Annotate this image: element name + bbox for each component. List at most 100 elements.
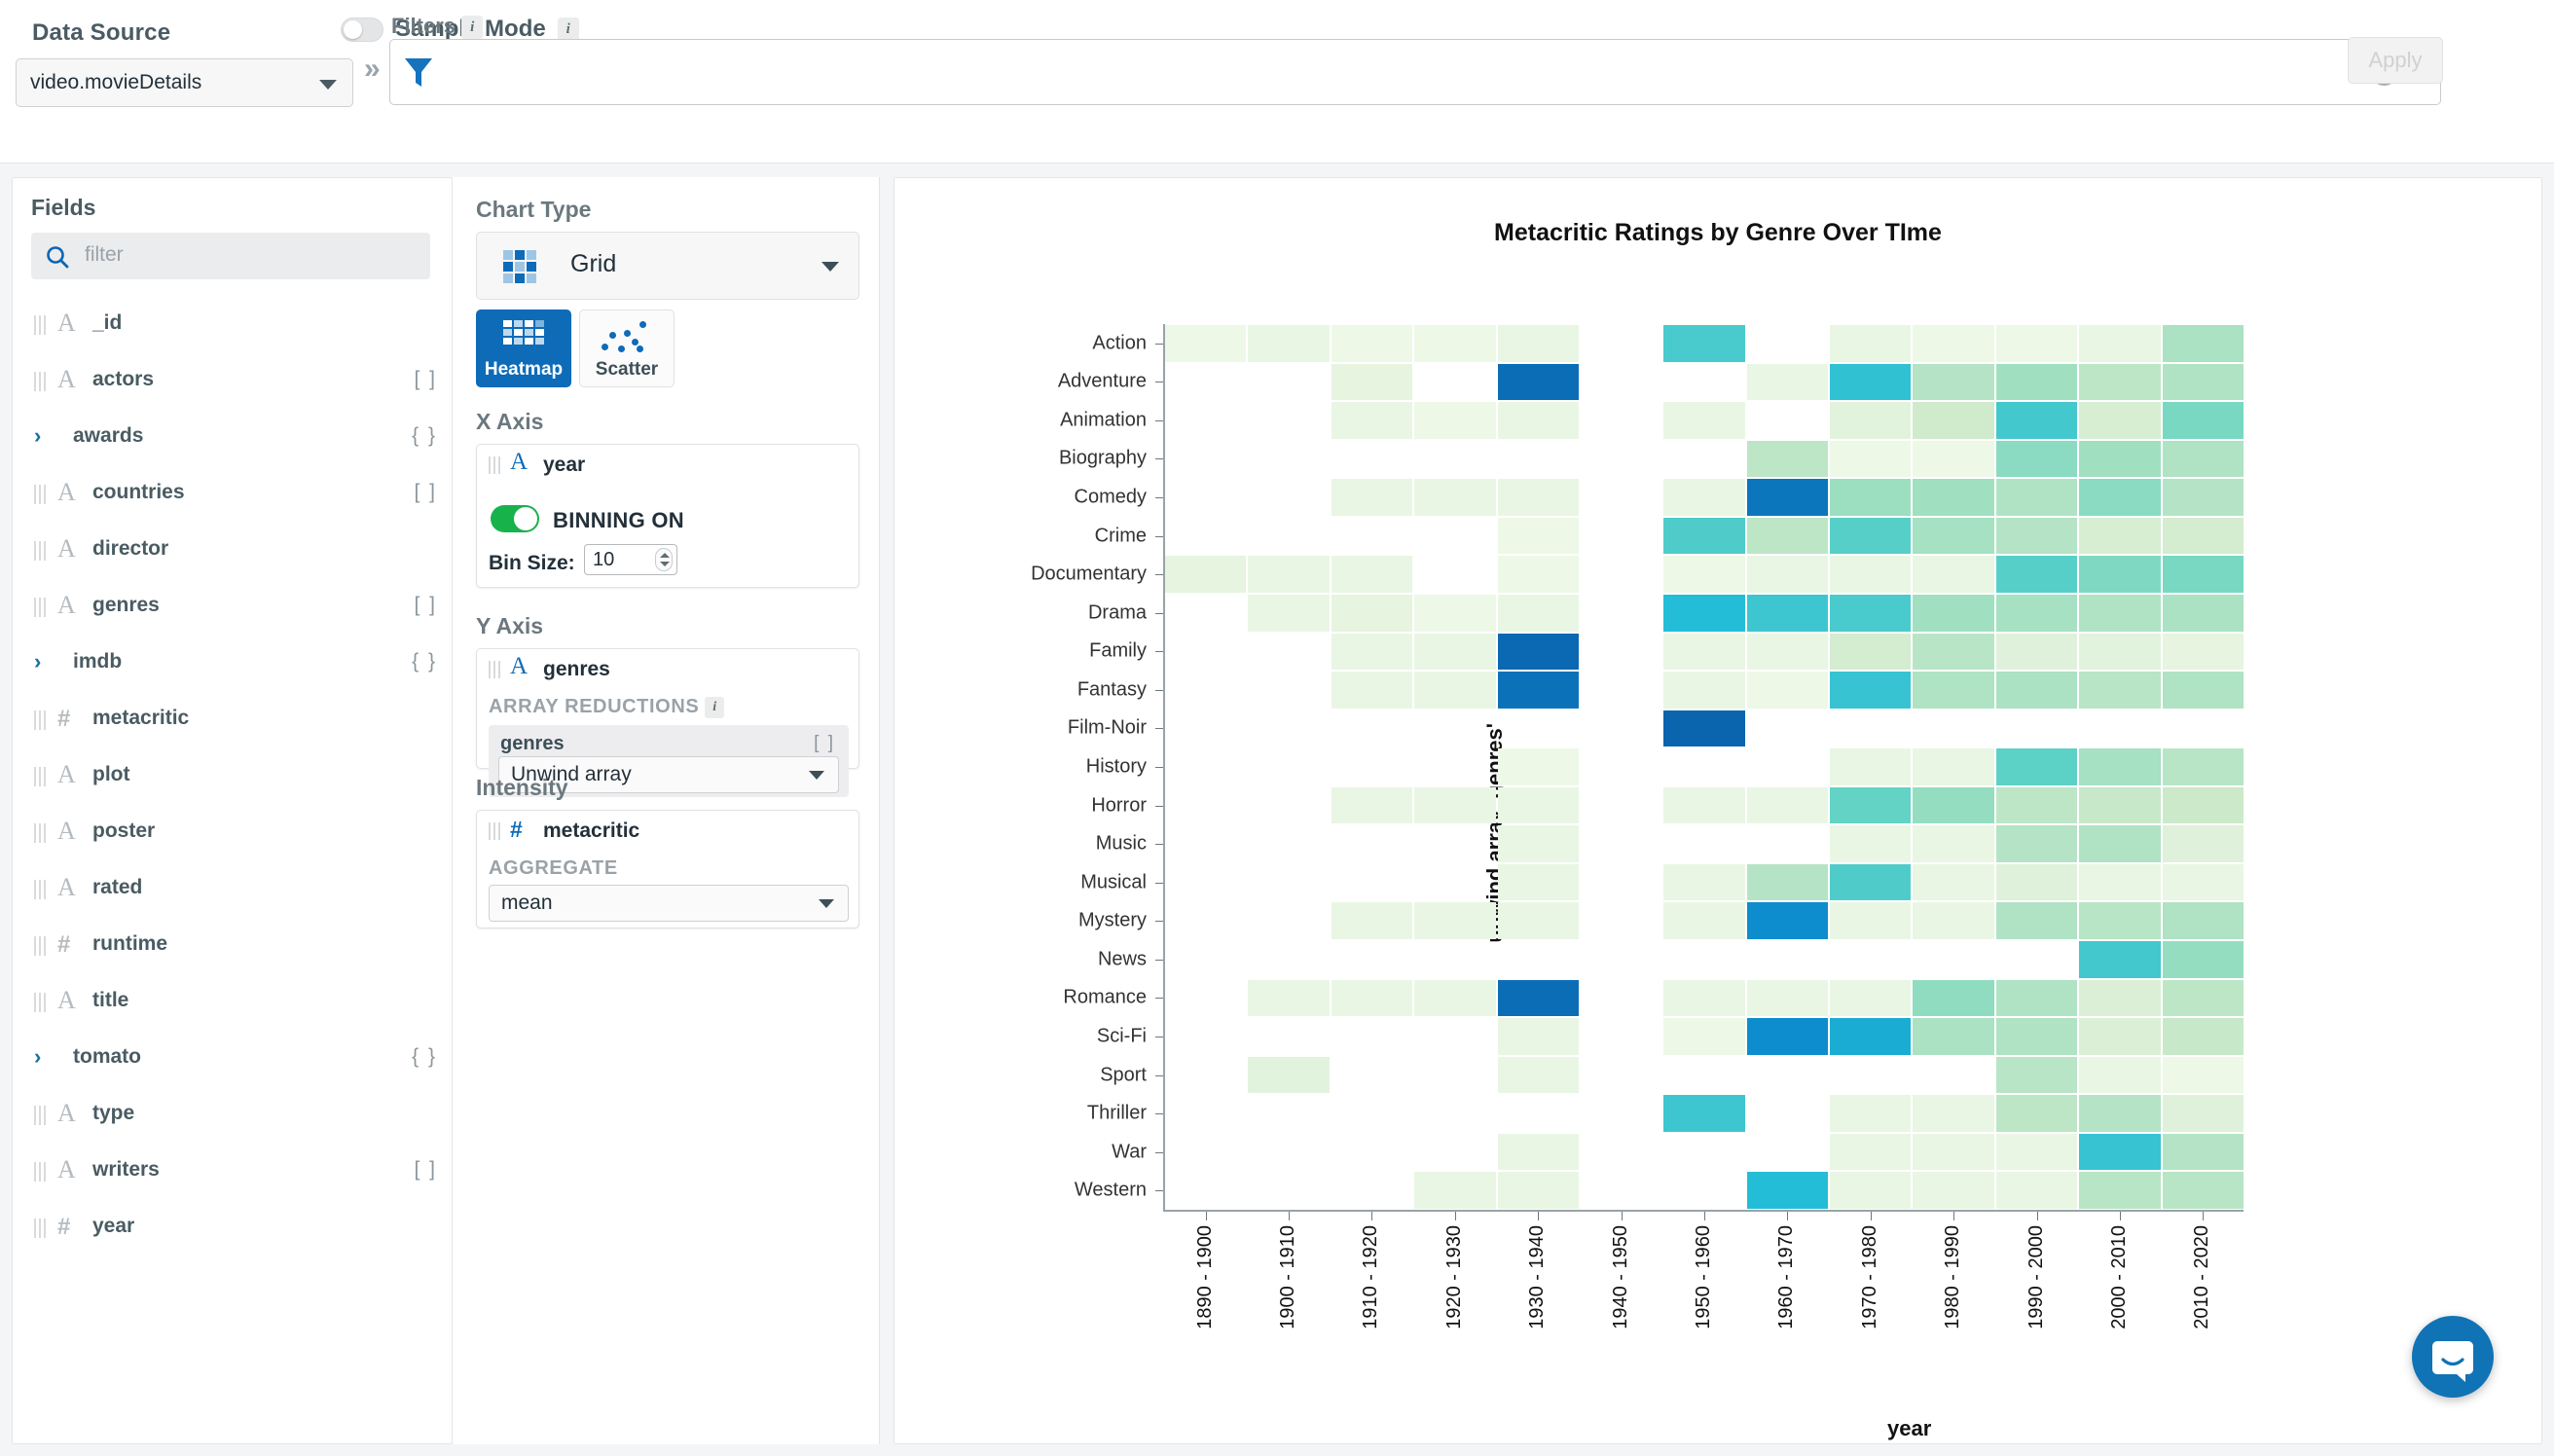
- heatmap-cell[interactable]: [2162, 941, 2244, 978]
- heatmap-cell[interactable]: [1414, 633, 1496, 671]
- heatmap-cell[interactable]: [1830, 902, 1912, 940]
- heatmap-cell[interactable]: [1995, 1133, 2078, 1171]
- heatmap-cell[interactable]: [1332, 441, 1412, 478]
- drag-handle-icon[interactable]: [34, 710, 50, 730]
- heatmap-cell[interactable]: [1165, 825, 1246, 862]
- heatmap-cell[interactable]: [1913, 479, 1994, 516]
- collapse-chevron-icon[interactable]: »: [364, 53, 381, 86]
- heatmap-cell[interactable]: [1497, 786, 1579, 824]
- heatmap-cell[interactable]: [2079, 1056, 2161, 1094]
- heatmap-cell[interactable]: [1913, 710, 1993, 747]
- heatmap-cell[interactable]: [1746, 556, 1829, 593]
- heatmap-cell[interactable]: [1497, 479, 1579, 516]
- heatmap-cell[interactable]: [1581, 518, 1661, 555]
- heatmap-cell[interactable]: [1332, 1057, 1412, 1094]
- heatmap-cell[interactable]: [1497, 633, 1579, 671]
- drag-handle-icon[interactable]: [34, 823, 50, 843]
- heatmap-cell[interactable]: [2162, 902, 2244, 940]
- drag-handle-icon[interactable]: [489, 661, 502, 678]
- drag-handle-icon[interactable]: [34, 485, 50, 504]
- heatmap-cell[interactable]: [1498, 941, 1579, 978]
- heatmap-cell[interactable]: [1332, 518, 1412, 555]
- heatmap-cell[interactable]: [1497, 402, 1579, 439]
- heatmap-cell[interactable]: [1663, 1018, 1745, 1055]
- heatmap-cell[interactable]: [1995, 556, 2078, 593]
- binning-toggle[interactable]: [491, 505, 539, 532]
- heatmap-cell[interactable]: [1165, 672, 1246, 709]
- heatmap-cell[interactable]: [1995, 479, 2078, 516]
- drag-handle-icon[interactable]: [489, 822, 502, 840]
- heatmap-cell[interactable]: [1165, 748, 1246, 785]
- heatmap-cell[interactable]: [1913, 825, 1994, 862]
- heatmap-cell[interactable]: [1414, 902, 1496, 940]
- field-row[interactable]: › awards { }: [13, 410, 460, 466]
- heatmap-cell[interactable]: [2162, 786, 2244, 824]
- heatmap-cell[interactable]: [1746, 979, 1829, 1017]
- heatmap-cell[interactable]: [1747, 1095, 1828, 1132]
- heatmap-cell[interactable]: [2162, 825, 2244, 862]
- heatmap-cell[interactable]: [1663, 1057, 1744, 1094]
- heatmap-cell[interactable]: [1913, 556, 1994, 593]
- heatmap-cell[interactable]: [1248, 594, 1330, 632]
- heatmap-cell[interactable]: [1248, 364, 1329, 401]
- array-reductions-info-icon[interactable]: i: [705, 696, 725, 718]
- heatmap-cell[interactable]: [1830, 825, 1912, 862]
- heatmap-cell[interactable]: [1747, 402, 1828, 439]
- heatmap-cell[interactable]: [1331, 479, 1413, 516]
- heatmap-cell[interactable]: [1248, 634, 1329, 671]
- heatmap-cell[interactable]: [1830, 786, 1912, 824]
- heatmap-cell[interactable]: [1331, 556, 1413, 593]
- heatmap-cell[interactable]: [1581, 1172, 1661, 1209]
- heatmap-cell[interactable]: [1747, 825, 1828, 862]
- heatmap-cell[interactable]: [1913, 1095, 1994, 1132]
- heatmap-cell[interactable]: [2079, 479, 2161, 516]
- heatmap-cell[interactable]: [1414, 1095, 1495, 1132]
- heatmap-cell[interactable]: [1830, 363, 1912, 401]
- heatmap-cell[interactable]: [2162, 479, 2244, 516]
- heatmap-cell[interactable]: [1663, 364, 1744, 401]
- heatmap-cell[interactable]: [1663, 902, 1745, 940]
- heatmap-cell[interactable]: [1747, 710, 1828, 747]
- heatmap-cell[interactable]: [1248, 1134, 1329, 1171]
- heatmap-cell[interactable]: [1581, 364, 1661, 401]
- drag-handle-icon[interactable]: [34, 880, 50, 899]
- heatmap-cell[interactable]: [1913, 1057, 1993, 1094]
- heatmap-cell[interactable]: [1746, 863, 1829, 901]
- heatmap-cell[interactable]: [1995, 363, 2078, 401]
- heatmap-cell[interactable]: [1746, 1172, 1829, 1209]
- heatmap-cell[interactable]: [1497, 1172, 1579, 1209]
- heatmap-cell[interactable]: [1913, 941, 1993, 978]
- heatmap-cell[interactable]: [2162, 863, 2244, 901]
- heatmap-cell[interactable]: [2162, 1172, 2244, 1209]
- heatmap-cell[interactable]: [1995, 517, 2078, 555]
- heatmap-cell[interactable]: [1663, 863, 1745, 901]
- heatmap-cell[interactable]: [2162, 402, 2244, 439]
- bin-size-input[interactable]: 10: [584, 544, 677, 575]
- field-row[interactable]: › imdb { }: [13, 636, 460, 692]
- heatmap-cell[interactable]: [1248, 518, 1329, 555]
- heatmap-cell[interactable]: [1663, 1095, 1745, 1132]
- heatmap-cell[interactable]: [1663, 825, 1744, 862]
- heatmap-cell[interactable]: [1414, 325, 1496, 362]
- heatmap-cell[interactable]: [1913, 1172, 1994, 1209]
- heatmap-cell[interactable]: [2162, 556, 2244, 593]
- heatmap-cell[interactable]: [1913, 363, 1994, 401]
- drag-handle-icon[interactable]: [34, 1219, 50, 1238]
- heatmap-cell[interactable]: [2079, 825, 2161, 862]
- heatmap-cell[interactable]: [1746, 902, 1829, 940]
- heatmap-cell[interactable]: [1331, 363, 1413, 401]
- heatmap-cell[interactable]: [1830, 941, 1911, 978]
- heatmap-cell[interactable]: [1498, 441, 1579, 478]
- x-axis-field-pill[interactable]: A year: [477, 445, 858, 486]
- heatmap-cell[interactable]: [1663, 479, 1745, 516]
- heatmap-cell[interactable]: [1663, 441, 1744, 478]
- heatmap-cell[interactable]: [2162, 633, 2244, 671]
- field-row[interactable]: # runtime: [13, 918, 460, 974]
- heatmap-cell[interactable]: [1995, 1056, 2078, 1094]
- heatmap-cell[interactable]: [1165, 1134, 1246, 1171]
- heatmap-cell[interactable]: [1830, 863, 1912, 901]
- heatmap-cell[interactable]: [1332, 710, 1412, 747]
- heatmap-cell[interactable]: [1913, 594, 1994, 632]
- heatmap-cell[interactable]: [1995, 1095, 2078, 1132]
- heatmap-cell[interactable]: [1497, 363, 1579, 401]
